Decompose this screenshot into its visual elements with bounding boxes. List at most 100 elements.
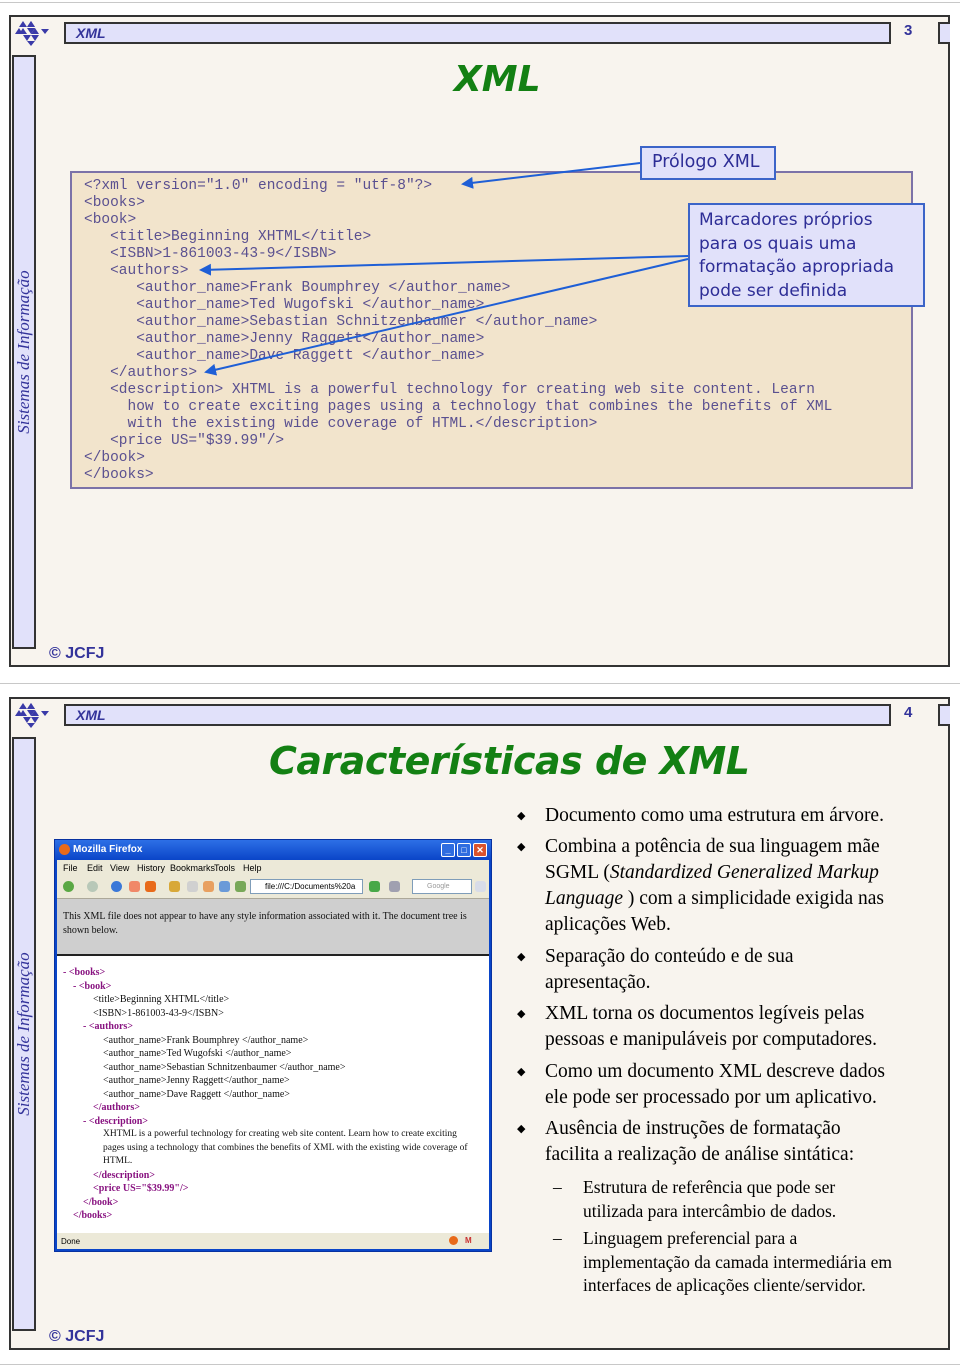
bullet-text: Como um documento XML descreve dados ele… <box>545 1059 945 1111</box>
firefox-status-icon <box>449 1236 458 1245</box>
go-icon[interactable] <box>369 881 380 892</box>
sidebar-text: Sistemas de Informação <box>14 270 33 434</box>
code-line: <author_name>Sebastian Schnitzenbaumer <… <box>84 314 598 330</box>
code-line: <authors> <box>84 263 189 279</box>
browser-statusbar: Done M <box>57 1233 489 1249</box>
callout-line: formatação apropriada <box>699 257 895 277</box>
print-icon[interactable] <box>389 881 400 892</box>
slide-title: Características de XML <box>269 739 750 783</box>
tree-node: <author_name>Dave Raggett </author_name> <box>103 1089 290 1100</box>
bullet-text: XML torna os documentos legíveis pelas p… <box>545 1001 945 1053</box>
settings-icon[interactable] <box>203 881 214 892</box>
search-icon[interactable] <box>475 881 486 892</box>
sync-icon[interactable] <box>235 881 246 892</box>
bullet-line: Ausência de instruções de formatação <box>545 1118 841 1139</box>
bullet-line: apresentação. <box>545 972 651 993</box>
tree-node: </description> <box>93 1170 155 1181</box>
menu-bookmarks[interactable]: Bookmarks <box>170 863 215 873</box>
bullet-line: Separação do conteúdo e de sua <box>545 946 794 967</box>
header-title: XML <box>76 707 106 723</box>
footer-copyright: © JCFJ <box>49 1328 105 1345</box>
tree-node: </authors> <box>93 1102 140 1113</box>
browser-window-title: Mozilla Firefox <box>73 844 143 855</box>
tree-node[interactable]: - <books> <box>63 966 105 980</box>
code-line: <author_name>Frank Boumphrey </author_na… <box>84 280 511 296</box>
stop-icon[interactable] <box>187 881 198 892</box>
menu-view[interactable]: View <box>110 863 129 873</box>
page-separator <box>0 683 960 684</box>
callout-markers: Marcadores próprios para os quais uma fo… <box>688 203 925 307</box>
code-line: <ISBN>1-861003-43-9</ISBN> <box>84 246 337 262</box>
code-line: <price US="$39.99"/> <box>84 433 285 449</box>
bullet-line: XML torna os documentos legíveis pelas <box>545 1003 865 1024</box>
code-line: <author_name>Jenny Raggett</author_name> <box>84 331 485 347</box>
code-line: <?xml version="1.0" encoding = "utf-8"?> <box>84 178 433 194</box>
back-icon[interactable] <box>63 881 74 892</box>
status-text: Done <box>61 1237 81 1246</box>
diamond-bullet-icon: ◆ <box>517 1123 526 1135</box>
menu-help[interactable]: Help <box>243 863 262 873</box>
sub-bullet-line: implementação da camada intermediária em <box>583 1251 893 1272</box>
tree-node[interactable]: - <authors> <box>83 1020 133 1034</box>
bullet-line: aplicações Web. <box>545 914 671 935</box>
bookmark-star-icon[interactable] <box>129 881 140 892</box>
menu-edit[interactable]: Edit <box>87 863 103 873</box>
search-input[interactable]: Google <box>412 879 472 894</box>
triangles-logo-icon <box>15 21 49 46</box>
screen-icon[interactable] <box>219 881 230 892</box>
xml-tree-view: - <books> - <book> <title>Beginning XHTM… <box>57 956 489 1233</box>
footer-copyright: © JCFJ <box>49 645 105 662</box>
maximize-icon[interactable]: □ <box>457 843 471 857</box>
diamond-bullet-icon: ◆ <box>517 951 526 963</box>
code-line: </authors> <box>84 365 198 381</box>
home-icon[interactable] <box>169 881 180 892</box>
diamond-bullet-icon: ◆ <box>517 1066 526 1078</box>
browser-toolbar: file:///C:/Documents%20a Google <box>57 876 489 899</box>
reload-icon[interactable] <box>111 881 122 892</box>
mail-icon: M <box>465 1236 472 1245</box>
menu-file[interactable]: File <box>63 863 78 873</box>
feed-icon[interactable] <box>145 881 156 892</box>
tree-node: <author_name>Ted Wugofski </author_name> <box>103 1048 292 1059</box>
bullet-text: Ausência de instruções de formatação fac… <box>545 1116 945 1168</box>
diamond-bullet-icon: ◆ <box>517 1008 526 1020</box>
diamond-bullet-icon: ◆ <box>517 810 526 822</box>
minimize-icon[interactable]: _ <box>441 843 455 857</box>
menu-tools[interactable]: Tools <box>214 863 235 873</box>
slide-3: XML 3 Sistemas de Informação XML <?xml v… <box>9 15 950 667</box>
bullet-line: Combina a potência de sua linguagem mãe <box>545 836 880 857</box>
tree-node: <price US="$39.99"/> <box>93 1183 189 1194</box>
page-edge <box>0 1364 960 1365</box>
tree-node: </book> <box>83 1197 119 1208</box>
sub-bullet-line: utilizada para intercâmbio de dados. <box>583 1200 837 1221</box>
dash-bullet-icon: – <box>553 1177 562 1197</box>
tree-node: <author_name>Frank Boumphrey </author_na… <box>103 1035 309 1046</box>
callout-line: Marcadores próprios <box>699 210 873 230</box>
corner-box <box>938 704 950 726</box>
side-bar: Sistemas de Informação <box>12 737 36 1331</box>
tree-node: pages using a technology that combines t… <box>103 1143 468 1153</box>
xml-style-notice: This XML file does not appear to have an… <box>57 899 489 956</box>
close-icon[interactable]: ✕ <box>473 843 487 857</box>
sub-bullet-line: interfaces de aplicações cliente/servido… <box>583 1275 866 1295</box>
code-line: <author_name>Dave Raggett </author_name> <box>84 348 485 364</box>
code-line: with the existing wide coverage of HTML.… <box>84 416 598 432</box>
slide-title: XML <box>454 59 541 100</box>
forward-icon[interactable] <box>87 881 98 892</box>
tree-node[interactable]: - <book> <box>73 980 111 994</box>
dash-bullet-icon: – <box>553 1228 562 1248</box>
bullet-text: Separação do conteúdo e de sua apresenta… <box>545 944 945 996</box>
bullet-line: SGML (Standardized Generalized Markup <box>545 862 879 883</box>
code-line: <description> XHTML is a powerful techno… <box>84 382 815 398</box>
menu-history[interactable]: History <box>137 863 165 873</box>
browser-titlebar: Mozilla Firefox _ □ ✕ <box>55 840 491 860</box>
url-bar[interactable]: file:///C:/Documents%20a <box>250 879 363 894</box>
sub-bullet-text: Linguagem preferencial para a implementa… <box>583 1227 943 1298</box>
side-bar: Sistemas de Informação <box>12 55 36 649</box>
callout-line: para os quais uma <box>699 233 857 254</box>
tree-node[interactable]: - <description> <box>83 1115 148 1129</box>
tree-node: XHTML is a powerful technology for creat… <box>103 1129 457 1139</box>
firefox-screenshot: Mozilla Firefox _ □ ✕ File Edit View His… <box>54 839 492 1252</box>
slide-4: XML 4 Sistemas de Informação Característ… <box>9 697 950 1350</box>
tree-node: </books> <box>73 1210 113 1221</box>
